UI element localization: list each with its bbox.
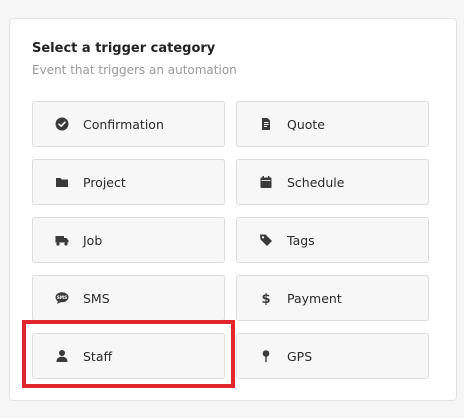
trigger-category-page: Select a trigger category Event that tri… [0,0,464,418]
category-tags-button[interactable]: Tags [236,217,429,263]
truck-icon [55,233,69,247]
svg-text:$: $ [261,292,270,305]
calendar-icon [259,175,273,189]
pin-icon [259,349,273,363]
document-icon [259,117,273,131]
category-label: Schedule [287,175,345,190]
category-label: Confirmation [83,117,164,132]
category-staff-button[interactable]: Staff [32,333,225,379]
category-confirmation-button[interactable]: Confirmation [32,101,225,147]
check-circle-icon [55,117,69,131]
dollar-icon: $ [259,291,273,305]
category-payment-button[interactable]: $ Payment [236,275,429,321]
sms-bubble-icon: SMS [55,291,69,305]
trigger-category-panel: Select a trigger category Event that tri… [9,18,457,401]
category-label: Quote [287,117,326,132]
category-project-button[interactable]: Project [32,159,225,205]
tag-icon [259,233,273,247]
panel-subtitle: Event that triggers an automation [32,63,237,77]
person-icon [55,349,69,363]
category-job-button[interactable]: Job [32,217,225,263]
category-gps-button[interactable]: GPS [236,333,429,379]
category-label: SMS [83,291,110,306]
panel-title: Select a trigger category [32,41,216,56]
category-label: Project [83,175,126,190]
category-label: Tags [287,233,315,248]
category-label: Job [83,233,103,248]
category-label: Payment [287,291,342,306]
category-label: Staff [83,349,113,364]
category-quote-button[interactable]: Quote [236,101,429,147]
category-label: GPS [287,349,313,364]
svg-text:SMS: SMS [57,295,67,300]
category-sms-button[interactable]: SMS SMS [32,275,225,321]
category-schedule-button[interactable]: Schedule [236,159,429,205]
folder-icon [55,175,69,189]
